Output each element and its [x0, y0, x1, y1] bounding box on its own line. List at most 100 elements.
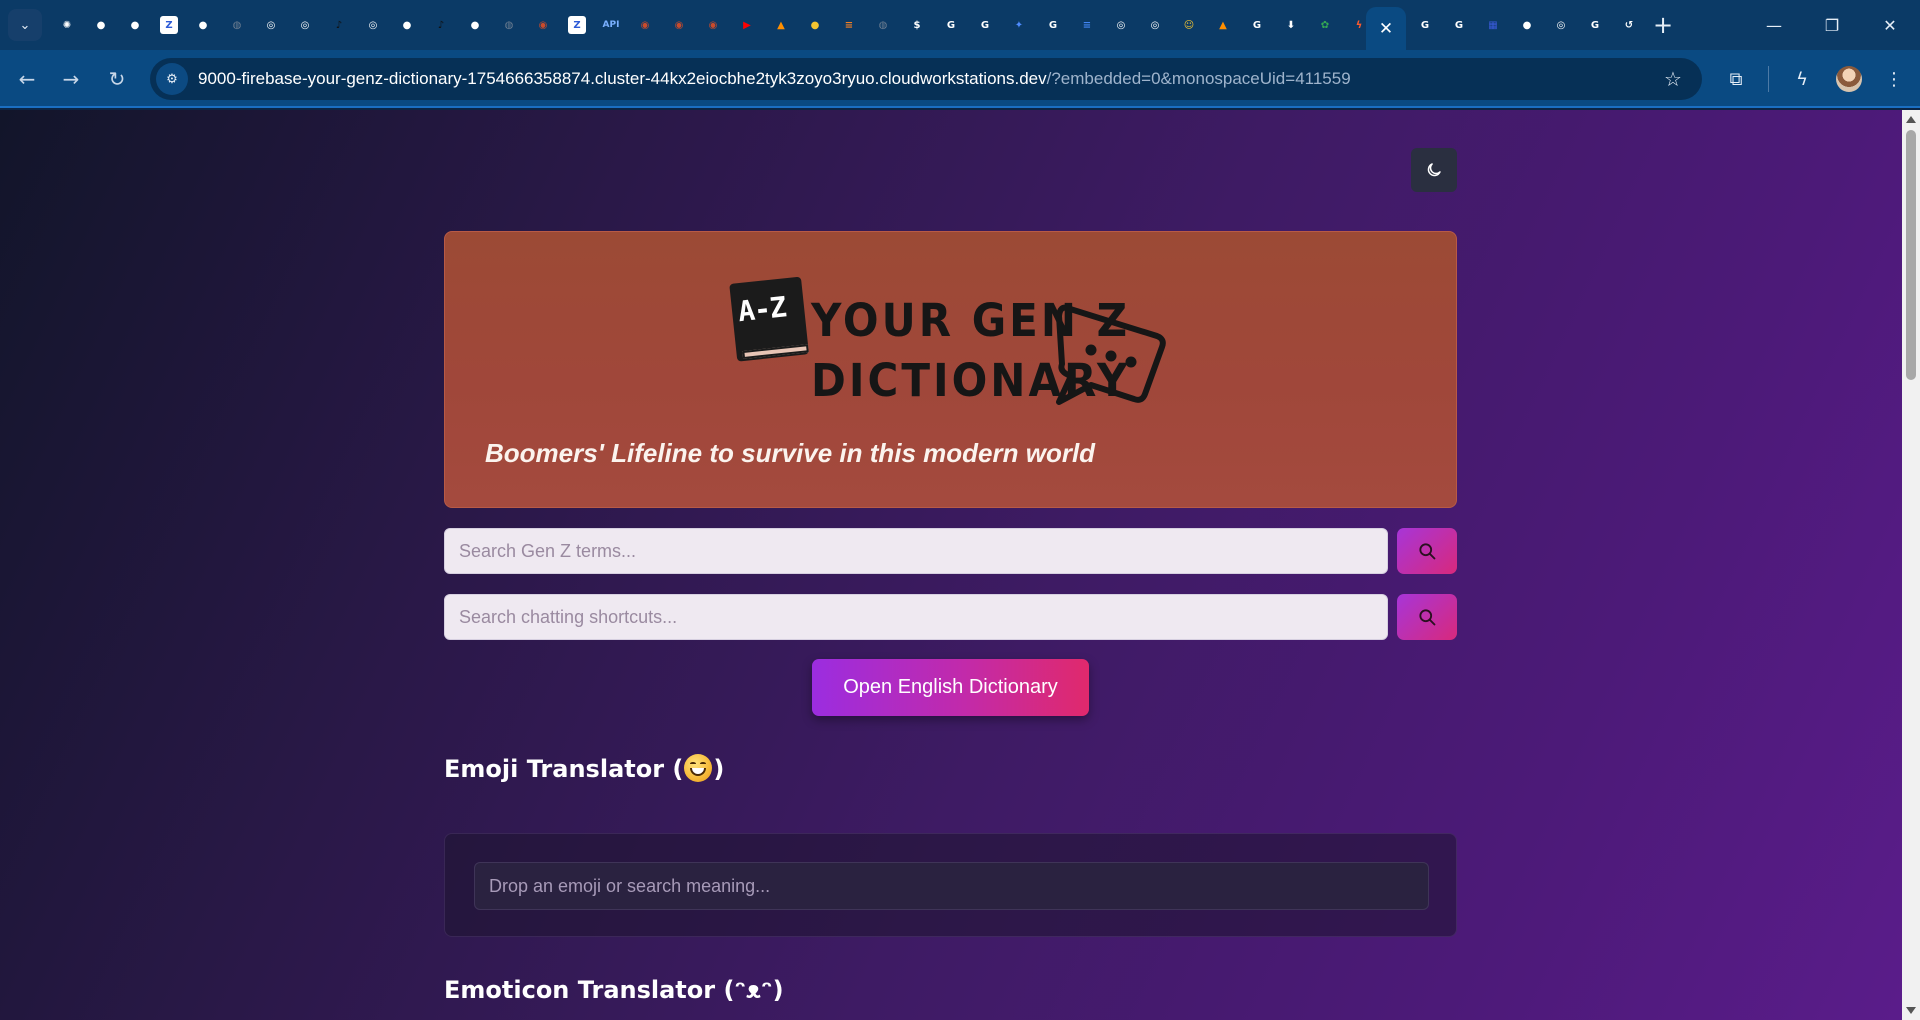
url-path: /?embedded=0&monospaceUid=411559: [1046, 69, 1351, 88]
shortcuts-search-button[interactable]: [1397, 594, 1457, 640]
browser-tab[interactable]: ≡: [1070, 12, 1104, 38]
emoji-search-input[interactable]: [474, 862, 1429, 910]
url-text[interactable]: 9000-firebase-your-genz-dictionary-17546…: [198, 69, 1351, 89]
github-icon: ●: [198, 19, 208, 31]
gemini-icon: ✦: [1014, 19, 1024, 31]
browser-tab[interactable]: G: [968, 12, 1002, 38]
back-icon[interactable]: ←: [11, 63, 43, 95]
browser-tab[interactable]: G: [1240, 12, 1274, 38]
browser-tab[interactable]: ●: [118, 12, 152, 38]
minimize-icon[interactable]: —: [1746, 0, 1802, 50]
more-menu-icon[interactable]: ⋮: [1878, 63, 1910, 95]
tab-strip: ⌄ ✺ ● ● Z ● ◍ ◎ ◎ ♪ ◎ ● ♪ ● ◍ ◉ Z API ◉ ◉ ◉ ▶ ▲ ● ≡ ◍ $ G G ✦ G ≡ ◎ ◎ ☺ ▲ G…: [0, 0, 1920, 50]
replit-icon: ◉: [708, 19, 718, 31]
browser-tab[interactable]: ✺: [50, 12, 84, 38]
browser-tab[interactable]: ◉: [526, 12, 560, 38]
browser-tab[interactable]: ●: [84, 12, 118, 38]
google-icon: G: [1590, 19, 1600, 31]
browser-tab[interactable]: ◎: [288, 12, 322, 38]
firebase-icon: ▲: [777, 19, 785, 31]
browser-tab[interactable]: ◎: [1544, 12, 1578, 38]
browser-tab[interactable]: Z: [560, 12, 594, 38]
browser-tab[interactable]: ●: [798, 12, 832, 38]
scroll-thumb[interactable]: [1906, 130, 1916, 380]
browser-tab[interactable]: G: [1442, 12, 1476, 38]
browser-tab[interactable]: ●: [1510, 12, 1544, 38]
browser-tab[interactable]: ↺: [1612, 12, 1646, 38]
open-english-dictionary-button[interactable]: Open English Dictionary: [812, 659, 1089, 716]
search-icon: [1419, 543, 1436, 560]
address-bar[interactable]: ⚙ 9000-firebase-your-genz-dictionary-175…: [150, 58, 1702, 100]
browser-tab[interactable]: API: [594, 12, 628, 38]
browser-tab[interactable]: $: [900, 12, 934, 38]
performance-icon[interactable]: ϟ: [1786, 63, 1818, 95]
toolbar-divider: [1768, 66, 1769, 92]
shortcuts-search-input[interactable]: [444, 594, 1388, 640]
browser-tab[interactable]: ◎: [356, 12, 390, 38]
browser-tab[interactable]: ▶: [730, 12, 764, 38]
bookmark-star-icon[interactable]: ☆: [1658, 64, 1688, 94]
genz-terms-search-button[interactable]: [1397, 528, 1457, 574]
browser-tab[interactable]: ✿: [1308, 12, 1342, 38]
browser-tab[interactable]: ▦: [1476, 12, 1510, 38]
browser-tab[interactable]: G: [934, 12, 968, 38]
page-scrollbar[interactable]: [1902, 110, 1920, 1020]
browser-tab[interactable]: G: [1036, 12, 1070, 38]
active-tab-close-icon[interactable]: ✕: [1366, 7, 1406, 50]
browser-tab[interactable]: ◎: [1138, 12, 1172, 38]
zedge-icon: Z: [568, 16, 586, 34]
emoji-title-suffix: ): [713, 755, 725, 783]
browser-tab[interactable]: ✦: [1002, 12, 1036, 38]
browser-tab[interactable]: ▲: [764, 12, 798, 38]
browser-tab[interactable]: ♪: [424, 12, 458, 38]
forward-icon[interactable]: →: [55, 63, 87, 95]
browser-tab[interactable]: ◎: [1104, 12, 1138, 38]
browser-tab[interactable]: G: [1408, 12, 1442, 38]
genz-terms-search-input[interactable]: [444, 528, 1388, 574]
scroll-down-arrow[interactable]: [1906, 1007, 1916, 1014]
browser-tab[interactable]: ▲: [1206, 12, 1240, 38]
browser-tab[interactable]: ●: [458, 12, 492, 38]
chrome-icon: ◎: [300, 19, 310, 31]
site-info-icon[interactable]: ⚙: [156, 63, 188, 95]
browser-tab[interactable]: ⬇: [1274, 12, 1308, 38]
browser-tab[interactable]: G: [1578, 12, 1612, 38]
globe-icon: ◍: [504, 19, 514, 31]
restore-icon[interactable]: ❐: [1804, 0, 1860, 50]
browser-tab[interactable]: ◍: [492, 12, 526, 38]
replit-icon: ◉: [674, 19, 684, 31]
extensions-icon[interactable]: ⧉: [1720, 63, 1752, 95]
profile-avatar[interactable]: [1836, 66, 1862, 92]
emoji-translator-card: [444, 833, 1457, 937]
theme-toggle-button[interactable]: [1411, 148, 1457, 192]
chatgpt-icon: ✺: [62, 19, 72, 31]
browser-tab[interactable]: ♪: [322, 12, 356, 38]
scroll-up-arrow[interactable]: [1906, 116, 1916, 123]
tiktok-icon: ♪: [437, 19, 445, 31]
new-tab-button[interactable]: +: [1648, 10, 1678, 40]
chrome-icon: ◎: [1150, 19, 1160, 31]
browser-tab[interactable]: ●: [390, 12, 424, 38]
tab-search-button[interactable]: ⌄: [8, 9, 42, 41]
google-icon: G: [980, 19, 990, 31]
browser-tab[interactable]: ●: [186, 12, 220, 38]
browser-tab[interactable]: ◉: [696, 12, 730, 38]
page-content: A-Z YOUR GEN Z DICTIONARY Boomers' Lifel…: [0, 110, 1902, 1020]
browser-tab[interactable]: ☺: [1172, 12, 1206, 38]
browser-tab[interactable]: ◍: [866, 12, 900, 38]
globe-icon: ◍: [232, 19, 242, 31]
browser-tab[interactable]: ◉: [662, 12, 696, 38]
reload-icon[interactable]: ↻: [101, 63, 133, 95]
firebase-icon: ▲: [1219, 19, 1227, 31]
google-icon: G: [946, 19, 956, 31]
close-window-icon[interactable]: ✕: [1862, 0, 1918, 50]
zedge-icon: Z: [160, 16, 178, 34]
browser-tab[interactable]: Z: [152, 12, 186, 38]
emoji-translator-title: Emoji Translator (): [444, 754, 724, 783]
browser-tab[interactable]: ◎: [254, 12, 288, 38]
browser-tab[interactable]: ◉: [628, 12, 662, 38]
browser-tab[interactable]: ◍: [220, 12, 254, 38]
browser-tab[interactable]: ≡: [832, 12, 866, 38]
lightbulb-icon: ●: [810, 19, 820, 31]
google-icon: G: [1048, 19, 1058, 31]
